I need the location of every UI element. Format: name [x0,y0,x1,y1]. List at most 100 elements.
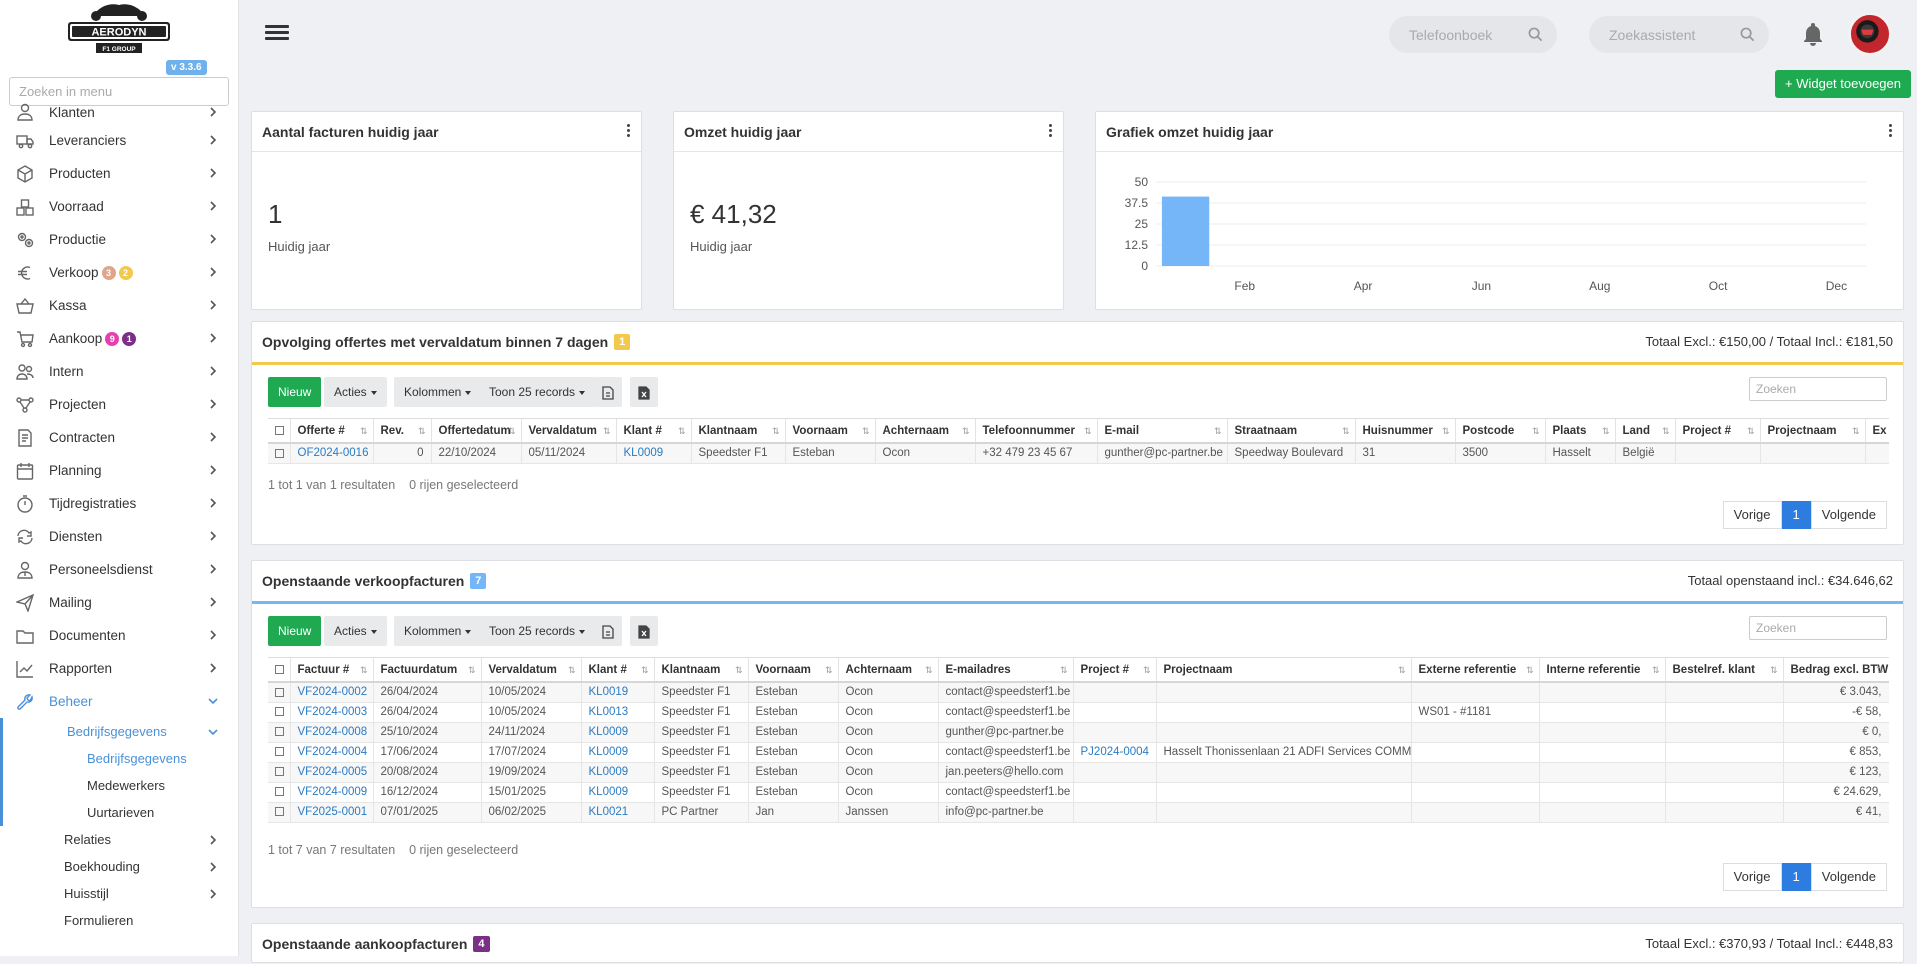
table-cell[interactable] [1073,722,1157,743]
column-header[interactable]: Externe referentie ⇅ [1411,658,1540,683]
checkbox[interactable] [275,767,284,777]
table-cell[interactable] [1073,682,1157,703]
table-cell[interactable]: KL0009 [581,742,655,763]
sort-icon[interactable]: ⇅ [468,665,476,676]
sort-icon[interactable]: ⇅ [962,426,970,437]
page-button[interactable]: 1 [1781,501,1811,529]
sort-icon[interactable]: ⇅ [1526,665,1534,676]
sidebar-item-klanten[interactable]: Klanten [0,100,238,124]
table-cell[interactable]: KL0019 [581,682,655,703]
phonebook-search[interactable]: Telefoonboek [1389,16,1557,53]
column-header[interactable]: E-mailadres ⇅ [938,658,1074,683]
table-cell[interactable]: VF2024-0003 [290,702,374,723]
sort-icon[interactable]: ⇅ [862,426,870,437]
sidebar-item-contracten[interactable]: Contracten [0,421,238,454]
next-page-button[interactable]: Volgende [1810,501,1887,529]
next-page-button[interactable]: Volgende [1810,863,1887,891]
row-checkbox-cell[interactable] [268,722,291,743]
column-header[interactable]: Bedrag excl. BTW ⇅ [1783,658,1889,683]
sidebar-item-personeelsdienst[interactable]: Personeelsdienst [0,553,238,586]
checkbox[interactable] [275,687,284,697]
column-header[interactable]: Klantnaam ⇅ [654,658,749,683]
table-row[interactable]: VF2024-0005 20/08/2024 19/09/2024 KL0009 Spe… [268,762,1889,783]
sort-icon[interactable]: ⇅ [1060,665,1068,676]
column-header[interactable]: Project # ⇅ [1073,658,1157,683]
table-cell[interactable]: KL0009 [616,443,692,464]
sort-icon[interactable]: ⇅ [1398,665,1406,676]
export-excel-icon[interactable] [630,616,658,646]
table-cell[interactable]: VF2024-0008 [290,722,374,743]
sort-icon[interactable]: ⇅ [508,426,516,437]
new-button[interactable]: Nieuw [268,377,322,407]
column-header[interactable]: Factuur # ⇅ [290,658,374,683]
sidebar-item-intern[interactable]: Intern [0,355,238,388]
checkbox[interactable] [275,727,284,737]
column-header[interactable]: Ex [1865,419,1889,444]
column-header[interactable]: Achternaam ⇅ [838,658,939,683]
table-cell[interactable]: VF2025-0001 [290,802,374,823]
sidebar-item-producten[interactable]: Producten [0,157,238,190]
new-button[interactable]: Nieuw [268,616,322,646]
sidebar-item-beheer[interactable]: Beheer [0,685,238,718]
table-search-input[interactable]: Zoeken [1749,616,1887,640]
notification-bell-icon[interactable] [1802,22,1824,46]
kebab-menu-icon[interactable] [627,124,631,138]
prev-page-button[interactable]: Vorige [1722,863,1782,891]
checkbox[interactable] [275,807,284,817]
export-csv-icon[interactable] [594,377,622,407]
columns-button[interactable]: Kolommen [394,616,482,646]
sort-icon[interactable]: ⇅ [825,665,833,676]
sidebar-item-documenten[interactable]: Documenten [0,619,238,652]
export-excel-icon[interactable] [630,377,658,407]
row-checkbox-cell[interactable] [268,443,291,464]
column-header[interactable]: Land ⇅ [1615,419,1676,444]
column-header[interactable]: Factuurdatum ⇅ [373,658,482,683]
kebab-menu-icon[interactable] [1049,124,1053,138]
table-cell[interactable]: OF2024-0016 [290,443,374,464]
table-cell[interactable]: KL0009 [581,782,655,803]
sort-icon[interactable]: ⇅ [1084,426,1092,437]
sidebar-item-diensten[interactable]: Diensten [0,520,238,553]
submenu-item-uurtarieven[interactable]: Uurtarieven [3,799,238,826]
sort-icon[interactable]: ⇅ [1532,426,1540,437]
column-header[interactable]: Vervaldatum ⇅ [481,658,582,683]
checkbox[interactable] [275,664,284,674]
submenu-huisstijl[interactable]: Huisstijl [0,880,238,907]
column-header[interactable]: Vervaldatum ⇅ [521,419,617,444]
column-header[interactable]: Postcode ⇅ [1455,419,1546,444]
company-logo[interactable]: AERODYN F1 GROUP [66,2,172,55]
sidebar-item-aankoop[interactable]: Aankoop 9 1 [0,322,238,355]
checkbox[interactable] [275,747,284,757]
sidebar-item-leveranciers[interactable]: Leveranciers [0,124,238,157]
column-header[interactable]: Plaats ⇅ [1545,419,1616,444]
sort-icon[interactable]: ⇅ [772,426,780,437]
page-size-button[interactable]: Toon 25 records [479,377,596,407]
sidebar-item-voorraad[interactable]: Voorraad [0,190,238,223]
checkbox[interactable] [275,787,284,797]
column-header[interactable]: Telefoonnummer ⇅ [975,419,1098,444]
table-row[interactable]: VF2024-0002 26/04/2024 10/05/2024 KL0019 Spe… [268,682,1889,703]
hamburger-menu-button[interactable] [265,22,289,46]
submenu-item-medewerkers[interactable]: Medewerkers [3,772,238,799]
column-header[interactable]: Bestelref. klant ⇅ [1665,658,1784,683]
checkbox[interactable] [275,425,284,435]
submenu-boekhouding[interactable]: Boekhouding [0,853,238,880]
sort-icon[interactable]: ⇅ [1143,665,1151,676]
table-cell[interactable] [1073,782,1157,803]
table-cell[interactable] [1073,802,1157,823]
table-cell[interactable]: KL0013 [581,702,655,723]
table-row[interactable]: VF2024-0009 16/12/2024 15/01/2025 KL0009 Spe… [268,782,1889,803]
sort-icon[interactable]: ⇅ [1852,426,1860,437]
table-cell[interactable]: VF2024-0002 [290,682,374,703]
table-row[interactable]: VF2024-0004 17/06/2024 17/07/2024 KL0009 Spe… [268,742,1889,763]
column-header[interactable]: Projectnaam ⇅ [1156,658,1412,683]
select-all-checkbox[interactable] [268,419,291,444]
sort-icon[interactable]: ⇅ [678,426,686,437]
prev-page-button[interactable]: Vorige [1722,501,1782,529]
checkbox[interactable] [275,448,284,458]
table-cell[interactable]: PJ2024-0004 [1073,742,1157,763]
column-header[interactable]: Offerte # ⇅ [290,419,374,444]
row-checkbox-cell[interactable] [268,742,291,763]
page-size-button[interactable]: Toon 25 records [479,616,596,646]
column-header[interactable]: Project # ⇅ [1675,419,1761,444]
